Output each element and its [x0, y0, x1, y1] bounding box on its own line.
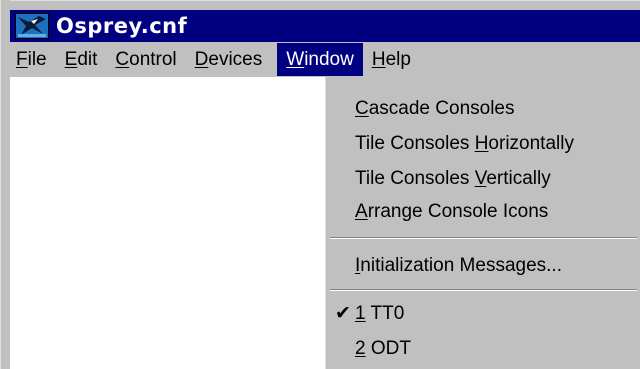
osprey-app-icon[interactable] [14, 12, 50, 40]
menu-edit[interactable]: Edit [56, 43, 107, 76]
window-frame-left [0, 0, 10, 369]
menu-item-cascade-consoles[interactable]: Cascade Consoles [355, 94, 515, 124]
window-menu-dropdown: Cascade Consoles Tile Consoles Horizonta… [325, 77, 640, 369]
menu-bar: File Edit Control Devices Window Help [10, 42, 640, 77]
application-window: Osprey.cnf File Edit Control Devices Win… [0, 0, 640, 369]
title-bar[interactable]: Osprey.cnf [10, 10, 640, 42]
menu-item-console-tt0[interactable]: 1 TT0 [355, 299, 404, 329]
menu-item-console-odt[interactable]: 2 ODT [355, 334, 411, 364]
menu-file[interactable]: File [10, 43, 56, 76]
menu-separator [330, 289, 637, 291]
menu-item-initialization-messages[interactable]: Initialization Messages... [355, 251, 562, 281]
menu-item-tile-vertically[interactable]: Tile Consoles Vertically [355, 164, 551, 194]
menu-item-tile-horizontally[interactable]: Tile Consoles Horizontally [355, 129, 574, 159]
window-frame-top [0, 0, 640, 10]
window-title: Osprey.cnf [56, 14, 188, 38]
menu-help[interactable]: Help [363, 43, 420, 76]
menu-control[interactable]: Control [106, 43, 185, 76]
menu-devices[interactable]: Devices [186, 43, 272, 76]
menu-separator [330, 237, 637, 239]
check-icon: ✔ [335, 303, 351, 324]
menu-window[interactable]: Window [277, 43, 363, 76]
menu-item-arrange-icons[interactable]: Arrange Console Icons [355, 197, 548, 227]
